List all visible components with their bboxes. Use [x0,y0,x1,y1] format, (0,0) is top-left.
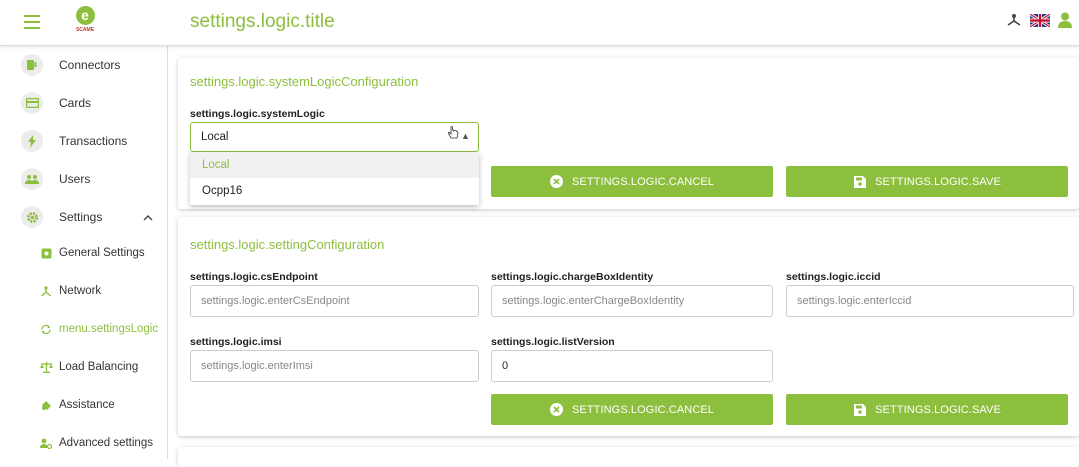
cs-endpoint-field[interactable]: settings.logic.enterCsEndpoint [190,285,479,317]
save-icon [853,175,867,189]
logo: e SCAME [68,6,102,38]
page-title: settings.logic.title [190,11,335,32]
logo-text: SCAME [75,27,95,33]
sidebar-subitem-label: Assistance [59,399,115,411]
imsi-field[interactable]: settings.logic.enterImsi [190,350,479,382]
settings-box-icon [39,246,53,260]
select-value: Local [201,131,229,143]
sidebar-subitem-general-settings[interactable]: General Settings [0,238,168,268]
caret-up-icon: ▲ [461,131,470,141]
gear-icon [21,206,43,228]
support-icon [39,398,53,412]
imsi-label: settings.logic.imsi [190,336,282,348]
system-logic-cancel-button[interactable]: SETTINGS.LOGIC.CANCEL [491,166,773,197]
sidebar-item-users[interactable]: Users [0,162,168,196]
button-label: SETTINGS.LOGIC.SAVE [875,403,1001,416]
sidebar-item-cards[interactable]: Cards [0,86,168,120]
user-icon[interactable] [1058,12,1072,31]
setting-config-cancel-button[interactable]: SETTINGS.LOGIC.CANCEL [491,394,773,425]
user-gear-icon [39,436,53,450]
sidebar-subitem-label: General Settings [59,247,145,259]
charge-box-identity-label: settings.logic.chargeBoxIdentity [491,271,654,283]
card-icon [21,92,43,114]
balance-icon [39,360,53,374]
sidebar-item-label: Settings [59,210,103,224]
cancel-circle-icon [550,403,564,417]
list-version-label: settings.logic.listVersion [491,336,615,348]
cs-endpoint-label: settings.logic.csEndpoint [190,271,318,283]
sync-icon [39,322,53,336]
sidebar-subitem-advanced-settings[interactable]: Advanced settings [0,428,168,458]
setting-config-save-button[interactable]: SETTINGS.LOGIC.SAVE [786,394,1068,425]
system-logic-dropdown: Local Ocpp16 [190,152,479,205]
sidebar-subitem-label: Load Balancing [59,361,139,373]
sidebar-item-label: Users [59,172,91,186]
next-card [178,447,1079,467]
dropdown-option-local[interactable]: Local [190,152,479,178]
system-logic-save-button[interactable]: SETTINGS.LOGIC.SAVE [786,166,1068,197]
sidebar-item-label: Transactions [59,134,128,148]
iccid-label: settings.logic.iccid [786,271,881,283]
charge-box-identity-field[interactable]: settings.logic.enterChargeBoxIdentity [491,285,773,317]
cursor-hand-icon [447,123,459,151]
sidebar: Connectors Cards Transactions Users Sett… [0,46,168,459]
top-bar: e SCAME settings.logic.title [0,0,1079,46]
sidebar-subitem-network[interactable]: Network [0,276,168,306]
sidebar-item-label: Cards [59,96,92,110]
connector-icon [21,54,43,76]
sidebar-item-transactions[interactable]: Transactions [0,124,168,158]
sidebar-item-label: Connectors [59,58,121,72]
button-label: SETTINGS.LOGIC.CANCEL [571,175,715,188]
hamburger-icon[interactable] [24,15,40,29]
sidebar-subitem-assistance[interactable]: Assistance [0,390,168,420]
logo-letter: e [75,6,95,25]
system-logic-label: settings.logic.systemLogic [190,108,325,120]
system-logic-select[interactable]: Local ▲ [190,122,479,152]
sidebar-item-connectors[interactable]: Connectors [0,48,168,82]
dropdown-option-ocpp16[interactable]: Ocpp16 [190,178,479,204]
sidebar-item-settings[interactable]: Settings [0,200,168,234]
sidebar-subitem-label: menu.settingsLogic [59,323,159,335]
card-title: settings.logic.systemLogicConfiguration [190,74,419,89]
users-icon [21,168,43,190]
card-title: settings.logic.settingConfiguration [190,237,385,252]
button-label: SETTINGS.LOGIC.CANCEL [571,403,715,416]
lightning-icon [21,130,43,152]
sidebar-subitem-label: Advanced settings [59,437,153,449]
cancel-circle-icon [550,175,564,189]
list-version-field[interactable]: 0 [491,350,773,382]
save-icon [853,403,867,417]
iccid-field[interactable]: settings.logic.enterIccid [786,285,1074,317]
sidebar-subitem-settings-logic[interactable]: menu.settingsLogic [0,314,168,344]
button-label: SETTINGS.LOGIC.SAVE [875,175,1001,188]
sidebar-subitem-label: Network [59,285,102,297]
network-icon [39,284,53,298]
sidebar-subitem-load-balancing[interactable]: Load Balancing [0,352,168,382]
chevron-up-icon[interactable] [143,210,153,224]
uk-flag-icon[interactable] [1029,12,1051,30]
network-icon[interactable] [1006,13,1022,30]
